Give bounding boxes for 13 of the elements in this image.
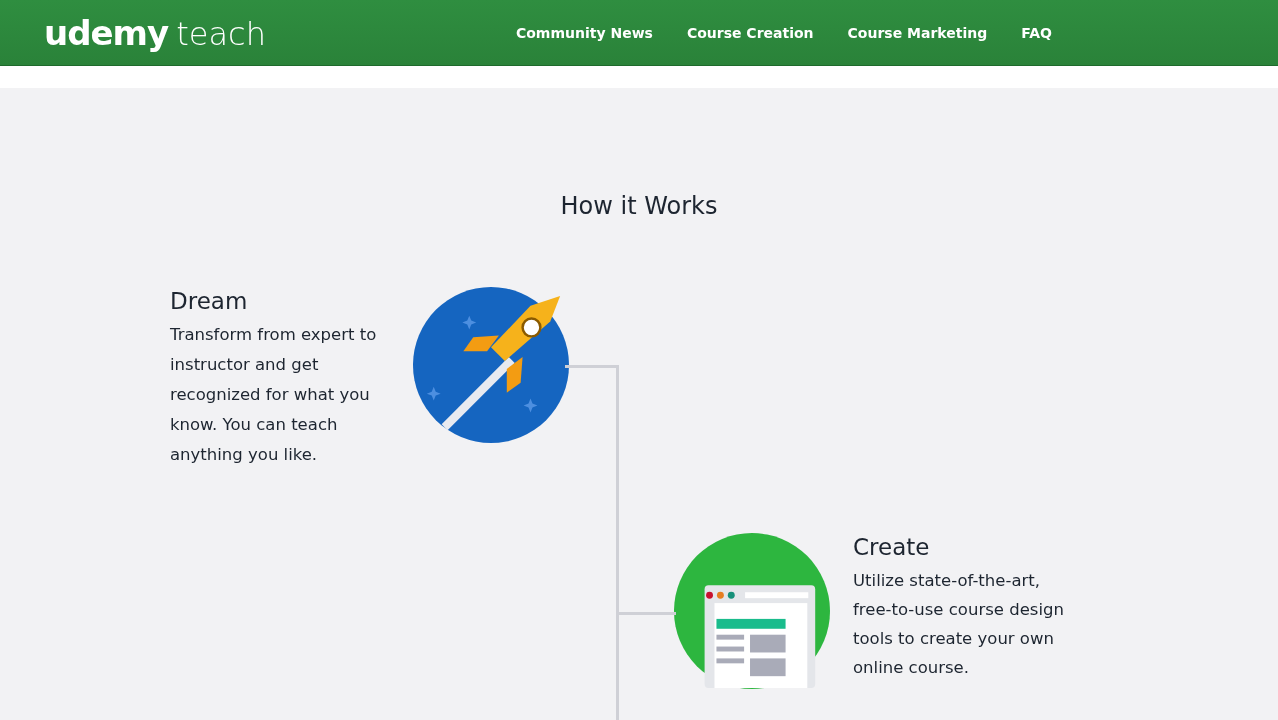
step-description: Utilize state-of-the-art, free-to-use course design tools to create your own online course. [853, 570, 1065, 679]
step-title: Create [853, 534, 931, 560]
step-title: Dream [170, 288, 249, 314]
browser-window-icon [673, 532, 831, 690]
nav-link[interactable]: Community News [515, 24, 653, 41]
logo-brand[interactable]: udemy [44, 12, 169, 53]
step-description: Transform from expert to instructor and get recognized for what you know. You can teach anything you like. [170, 324, 378, 466]
nav-link[interactable]: Course Creation [686, 24, 814, 41]
section-title: How it Works [559, 191, 719, 220]
nav-link[interactable]: Course Marketing [847, 24, 988, 41]
rocket-icon [412, 286, 570, 444]
logo-product[interactable]: teach [176, 14, 266, 53]
nav-link[interactable]: FAQ [1021, 24, 1052, 41]
